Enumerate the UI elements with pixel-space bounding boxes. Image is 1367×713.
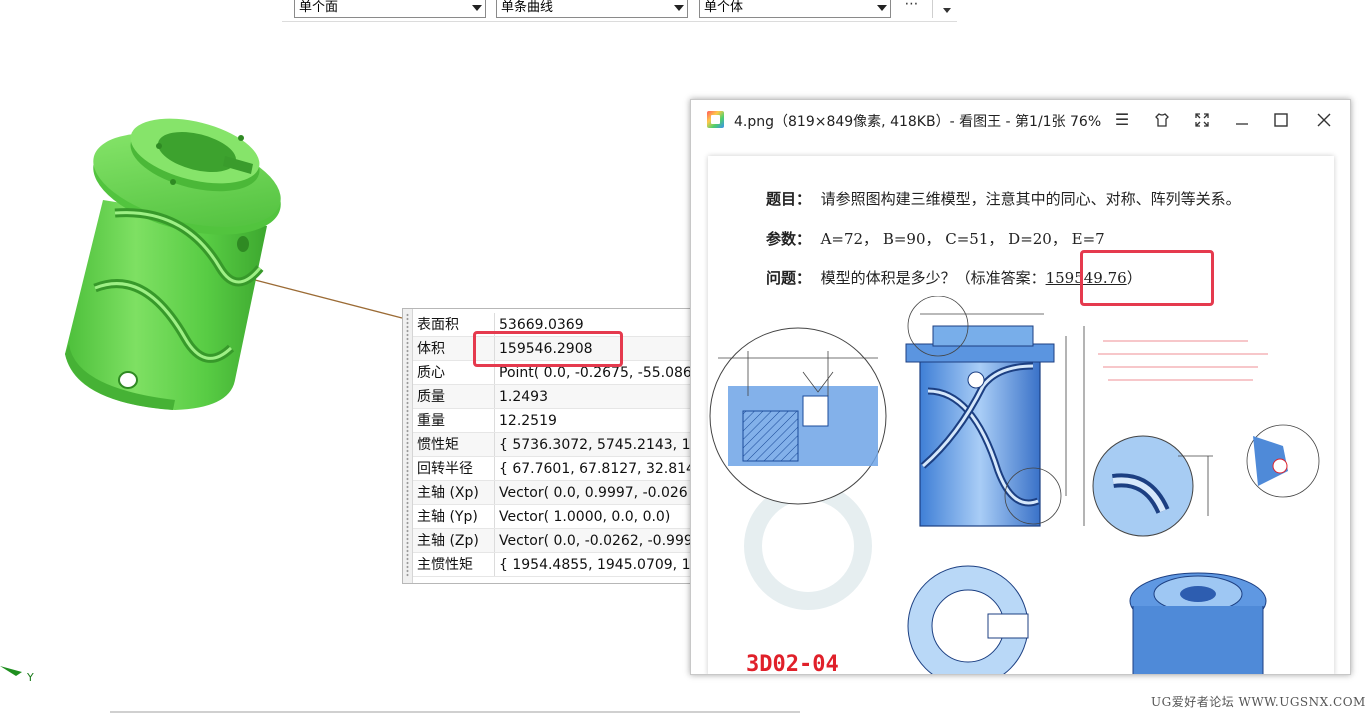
table-row: 主轴 (Yp) Vector( 1.0000, 0.0, 0.0) bbox=[413, 505, 702, 529]
toolbar-divider bbox=[932, 0, 933, 18]
property-value: { 5736.3072, 5745.2143, 13 bbox=[499, 437, 700, 453]
property-key: 主轴 (Xp) bbox=[413, 481, 495, 504]
curve-filter-select[interactable]: 单条曲线 bbox=[496, 0, 688, 18]
doc-title-label: 题目： bbox=[766, 190, 812, 208]
property-key: 主轴 (Zp) bbox=[413, 529, 495, 552]
solid-model-3d[interactable] bbox=[55, 118, 355, 418]
property-value: Vector( 1.0000, 0.0, 0.0) bbox=[499, 509, 671, 525]
doc-question-text: 模型的体积是多少？（标准答案： bbox=[820, 269, 1046, 287]
doc-title-line: 题目： 请参照图构建三维模型，注意其中的同心、对称、阵列等关系。 bbox=[766, 188, 1241, 209]
more-options-button[interactable]: ⋯ bbox=[902, 0, 922, 14]
property-key: 主惯性矩 bbox=[413, 553, 495, 576]
doc-params-label: 参数： bbox=[766, 230, 812, 248]
forum-watermark: UG爱好者论坛 WWW.UGSNX.COM bbox=[1151, 695, 1366, 709]
technical-drawing bbox=[709, 296, 1320, 674]
table-row: 质量 1.2493 bbox=[413, 385, 702, 409]
table-row: 主轴 (Xp) Vector( 0.0, 0.9997, -0.026 bbox=[413, 481, 702, 505]
chevron-down-icon bbox=[877, 5, 887, 11]
property-key: 质量 bbox=[413, 385, 495, 408]
nx-graphics-window: 单个面 单条曲线 单个体 ⋯ 表面积 53669.0369 体积 159546.… bbox=[0, 0, 1367, 713]
property-value: { 67.7601, 67.8127, 32.814 bbox=[499, 461, 695, 477]
shirt-skin-icon[interactable] bbox=[1149, 108, 1175, 132]
model-code-label: 3D02-04 bbox=[746, 652, 839, 675]
chevron-down-icon bbox=[472, 5, 482, 11]
maximize-icon[interactable] bbox=[1268, 108, 1294, 132]
minimize-icon[interactable] bbox=[1229, 108, 1255, 132]
doc-title-text: 请参照图构建三维模型，注意其中的同心、对称、阵列等关系。 bbox=[820, 190, 1241, 208]
wcs-axis-triad-icon bbox=[0, 666, 22, 676]
doc-params-line: 参数： A=72， B=90， C=51， D=20， E=7 bbox=[766, 228, 1105, 249]
axis-y-label: Y bbox=[27, 671, 34, 684]
table-row: 重量 12.2519 bbox=[413, 409, 702, 433]
property-value: 1.2493 bbox=[499, 389, 548, 405]
fullscreen-icon[interactable] bbox=[1189, 108, 1215, 132]
table-row: 主惯性矩{ 1954.4855, 1945.0709, 13 bbox=[413, 553, 702, 577]
property-key: 回转半径 bbox=[413, 457, 495, 480]
property-value: 12.2519 bbox=[499, 413, 557, 429]
curve-filter-value: 单条曲线 bbox=[501, 0, 554, 15]
property-value: Vector( 0.0, -0.0262, -0.999 bbox=[499, 533, 693, 549]
volume-highlight-box bbox=[473, 331, 623, 367]
property-key: 惯性矩 bbox=[413, 433, 495, 456]
toolbar-dropdown-icon[interactable] bbox=[943, 8, 951, 13]
doc-params-text: A=72， B=90， C=51， D=20， E=7 bbox=[820, 230, 1105, 248]
table-row: 主轴 (Zp) Vector( 0.0, -0.0262, -0.999 bbox=[413, 529, 702, 553]
menu-icon[interactable]: ☰ bbox=[1109, 108, 1135, 132]
property-key: 主轴 (Yp) bbox=[413, 505, 495, 528]
chevron-down-icon bbox=[674, 5, 684, 11]
image-content: 题目： 请参照图构建三维模型，注意其中的同心、对称、阵列等关系。 参数： A=7… bbox=[708, 156, 1334, 675]
drag-grip-handle[interactable] bbox=[403, 309, 413, 583]
property-value: Vector( 0.0, 0.9997, -0.026 bbox=[499, 485, 688, 501]
property-value: { 1954.4855, 1945.0709, 13 bbox=[499, 557, 700, 573]
close-icon[interactable] bbox=[1311, 108, 1337, 132]
doc-question-label: 问题： bbox=[766, 269, 812, 287]
window-title: 4.png（819×849像素, 418KB）- 看图王 - 第1/1张 76% bbox=[734, 114, 1102, 130]
image-viewer-window: 4.png（819×849像素, 418KB）- 看图王 - 第1/1张 76%… bbox=[690, 99, 1351, 675]
body-filter-select[interactable]: 单个体 bbox=[699, 0, 891, 18]
table-row: 惯性矩{ 5736.3072, 5745.2143, 13 bbox=[413, 433, 702, 457]
viewer-titlebar[interactable]: 4.png（819×849像素, 418KB）- 看图王 - 第1/1张 76%… bbox=[691, 100, 1350, 140]
image-viewer-app-icon bbox=[707, 111, 724, 128]
property-key: 重量 bbox=[413, 409, 495, 432]
body-filter-value: 单个体 bbox=[704, 0, 744, 15]
table-row: 回转半径{ 67.7601, 67.8127, 32.814 bbox=[413, 457, 702, 481]
